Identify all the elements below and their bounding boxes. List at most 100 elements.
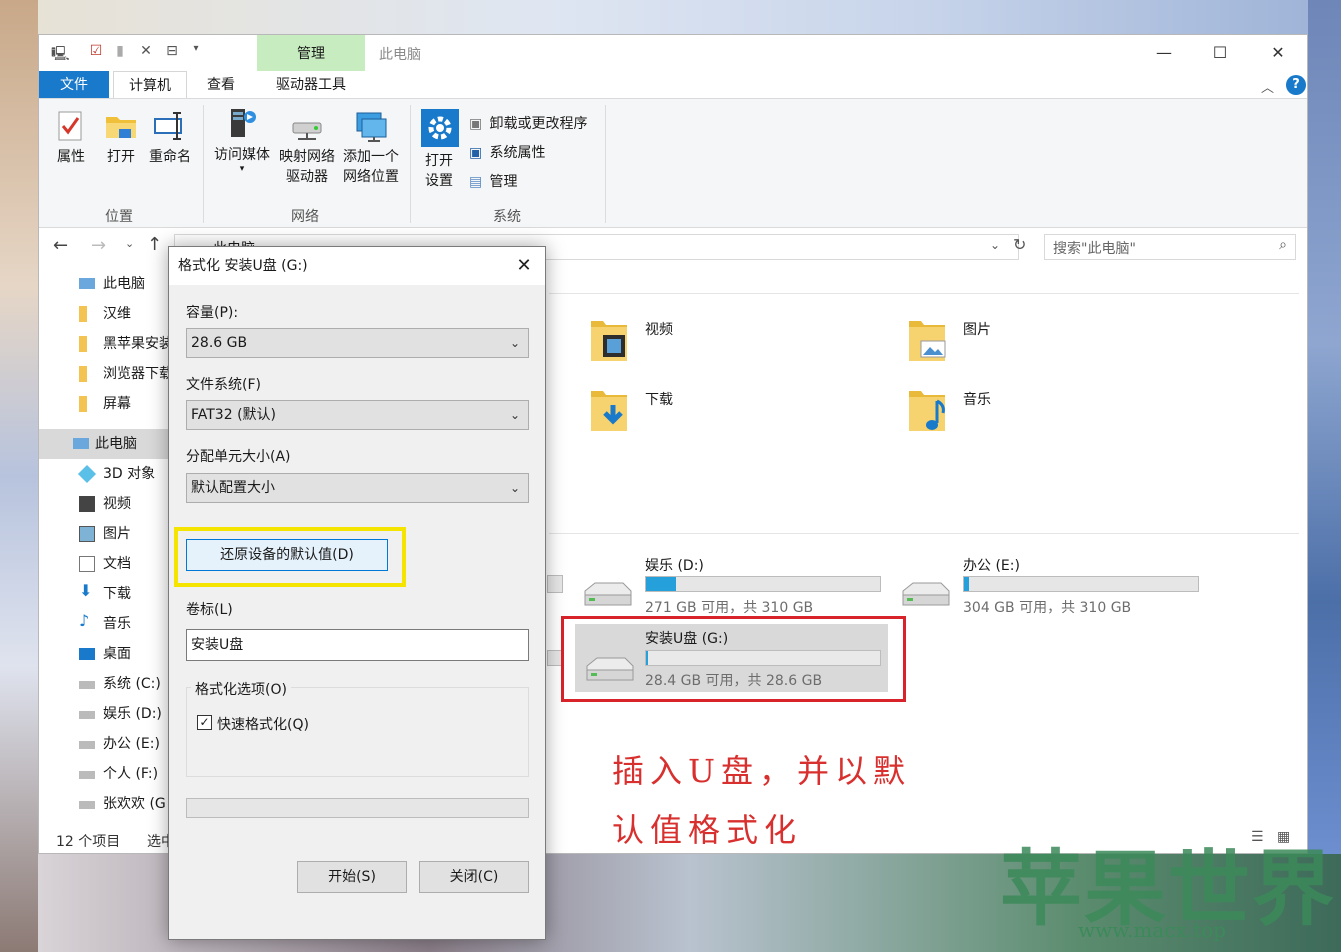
nav-item-quick-pc[interactable]: 此电脑 [39, 269, 174, 299]
nav-label: 此电脑 [103, 276, 145, 292]
filesystem-label: 文件系统(F) [186, 377, 261, 393]
folder-music[interactable]: 音乐 [907, 387, 1057, 443]
allocation-select[interactable]: 默认配置大小 ⌄ [186, 473, 529, 503]
nav-item-pictures[interactable]: 图片 [39, 519, 174, 549]
nav-label: 下载 [103, 586, 131, 602]
desktop-wallpaper-top [38, 0, 1308, 34]
uninstall-program-item[interactable]: ▣ 卸载或更改程序 [469, 113, 619, 135]
capacity-select[interactable]: 28.6 GB ⌄ [186, 328, 529, 358]
dialog-close-icon[interactable]: ✕ [509, 251, 539, 281]
folder-downloads[interactable]: 下载 [589, 387, 739, 443]
manage-computer-icon: ▤ [469, 174, 483, 190]
qat-dropdown-icon[interactable]: ▾ [187, 43, 205, 61]
folder-videos[interactable]: 视频 [589, 317, 739, 373]
pc-icon [73, 438, 89, 449]
rename-field-icon [154, 112, 182, 140]
manage-label: 管理 [489, 174, 518, 190]
tab-file[interactable]: 文件 [39, 71, 109, 99]
context-tab-manage[interactable]: 管理 [257, 35, 365, 71]
watermark-url: www.macx.top [1078, 918, 1226, 942]
add-network-location-button[interactable]: 添加一个 网络位置 [339, 109, 403, 187]
drive-c-bar-partial [547, 575, 563, 593]
navigation-pane: 此电脑 汉维 黑苹果安装 浏览器下载 屏幕 此电脑 3D 对象 视频 图片 文档… [39, 269, 174, 825]
map-network-drive-button[interactable]: 映射网络 驱动器 [275, 109, 339, 187]
address-dropdown-icon[interactable]: ⌄ [990, 238, 1000, 252]
nav-item-browser-downloads[interactable]: 浏览器下载 [39, 359, 174, 389]
drive-icon [79, 771, 95, 779]
search-icon: ⌕ [1279, 237, 1287, 253]
nav-item-desktop[interactable]: 桌面 [39, 639, 174, 669]
picture-icon [79, 526, 95, 542]
ribbon: 属性 打开 重命名 位置 访问媒体 ▾ 映射网络 驱动器 添加一个 网络位置 网… [39, 98, 1307, 228]
nav-label: 个人 (F:) [103, 766, 159, 782]
refresh-icon[interactable]: ↻ [1013, 235, 1026, 254]
new-folder-icon[interactable]: ▮ [111, 43, 129, 61]
ribbon-tabs: 文件 计算机 查看 驱动器工具 ︿ ? [39, 71, 1307, 100]
folder-pictures[interactable]: 图片 [907, 317, 1057, 373]
start-button[interactable]: 开始(S) [297, 861, 407, 893]
nav-item-drive-e[interactable]: 办公 (E:) [39, 729, 174, 759]
map-network-drive-label: 映射网络 驱动器 [279, 149, 335, 185]
quick-format-checkbox[interactable]: ✓ [197, 715, 212, 730]
filesystem-select[interactable]: FAT32 (默认) ⌄ [186, 400, 529, 430]
nav-item-3d-objects[interactable]: 3D 对象 [39, 459, 174, 489]
collapse-ribbon-icon[interactable]: ︿ [1261, 77, 1274, 96]
back-arrow-icon[interactable]: ← [53, 235, 68, 256]
nav-item-drive-d[interactable]: 娱乐 (D:) [39, 699, 174, 729]
properties-check-icon[interactable]: ☑ [87, 43, 105, 61]
capacity-value: 28.6 GB [191, 335, 248, 351]
restore-defaults-button[interactable]: 还原设备的默认值(D) [186, 539, 388, 571]
nav-item-drive-g[interactable]: 张欢欢 (G [39, 789, 174, 819]
tab-view[interactable]: 查看 [191, 71, 251, 99]
chevron-down-icon: ⌄ [509, 336, 520, 350]
close-button[interactable]: ✕ [1255, 40, 1301, 66]
dialog-title: 格式化 安装U盘 (G:) [169, 247, 545, 285]
nav-item-music[interactable]: ♪ 音乐 [39, 609, 174, 639]
rename-button[interactable]: 重命名 [145, 109, 195, 167]
drive-e[interactable]: 办公 (E:) 304 GB 可用，共 310 GB [899, 555, 1209, 619]
properties-label: 属性 [57, 149, 85, 165]
access-media-button[interactable]: 访问媒体 ▾ [209, 107, 275, 174]
nav-item-hanwei[interactable]: 汉维 [39, 299, 174, 329]
delete-x-icon[interactable]: ✕ [137, 43, 155, 61]
system-properties-label: 系统属性 [489, 145, 546, 161]
open-button[interactable]: 打开 [101, 109, 141, 167]
minimize-button[interactable]: — [1141, 40, 1187, 66]
forward-arrow-icon[interactable]: → [91, 235, 106, 256]
search-input[interactable]: 搜索"此电脑" ⌕ [1044, 234, 1296, 260]
maximize-button[interactable]: ☐ [1197, 40, 1243, 66]
music-note-icon: ♪ [79, 611, 90, 630]
recent-locations-icon[interactable]: ⌄ [125, 237, 134, 250]
close-dialog-button[interactable]: 关闭(C) [419, 861, 529, 893]
nav-item-drive-f[interactable]: 个人 (F:) [39, 759, 174, 789]
download-folder-icon [591, 391, 627, 431]
properties-button[interactable]: 属性 [53, 109, 89, 167]
filesystem-value: FAT32 (默认) [191, 407, 276, 423]
nav-label: 文档 [103, 556, 131, 572]
nav-label: 娱乐 (D:) [103, 706, 162, 722]
nav-item-screen[interactable]: 屏幕 [39, 389, 174, 419]
annotation-line-2: 认值格式化 [612, 811, 803, 849]
access-media-dropdown-icon: ▾ [239, 164, 245, 174]
format-progress-bar [186, 798, 529, 818]
volume-label-input[interactable]: 安装U盘 [186, 629, 529, 661]
manage-item[interactable]: ▤ 管理 [469, 171, 619, 193]
nav-item-hackintosh[interactable]: 黑苹果安装 [39, 329, 174, 359]
open-folder-icon [106, 117, 136, 138]
open-settings-button[interactable]: 打开 设置 [417, 109, 461, 191]
drive-usage-bar [645, 576, 881, 592]
rename-icon[interactable]: ⊟ [163, 43, 181, 61]
up-arrow-icon[interactable]: ↑ [147, 234, 162, 255]
tab-computer[interactable]: 计算机 [113, 71, 187, 100]
tab-drive-tools[interactable]: 驱动器工具 [257, 71, 365, 99]
drive-d[interactable]: 娱乐 (D:) 271 GB 可用，共 310 GB [581, 555, 891, 619]
video-icon [79, 496, 95, 512]
system-properties-item[interactable]: ▣ 系统属性 [469, 142, 619, 164]
group-label-network: 网络 [291, 209, 319, 225]
help-icon[interactable]: ? [1286, 75, 1306, 95]
nav-item-videos[interactable]: 视频 [39, 489, 174, 519]
nav-item-drive-c[interactable]: 系统 (C:) [39, 669, 174, 699]
nav-item-downloads[interactable]: ⬇ 下载 [39, 579, 174, 609]
nav-item-documents[interactable]: 文档 [39, 549, 174, 579]
nav-item-this-pc[interactable]: 此电脑 [39, 429, 174, 459]
